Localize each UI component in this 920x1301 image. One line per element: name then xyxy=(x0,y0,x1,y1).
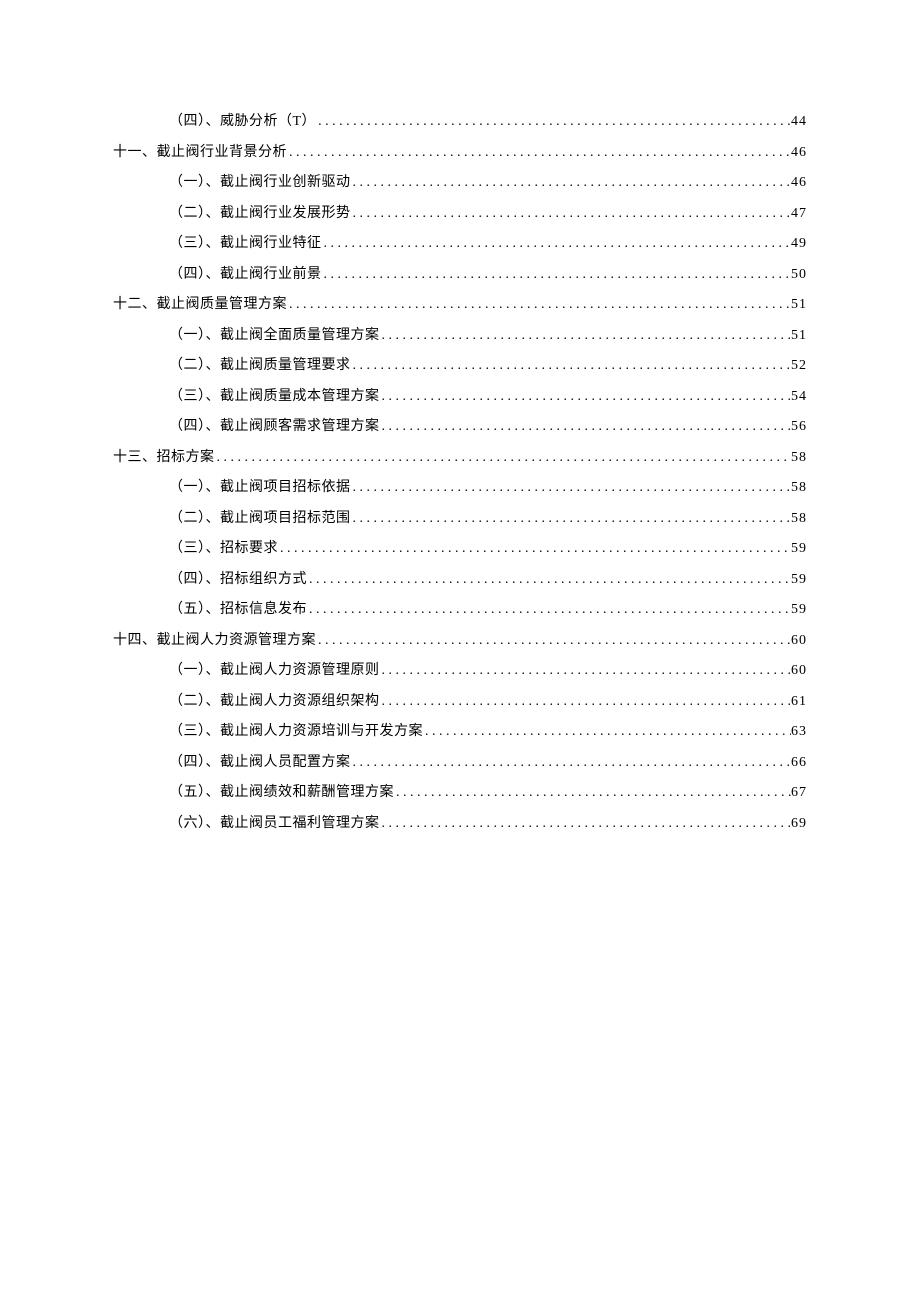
toc-entry-title: （四）、截止阀顾客需求管理方案 xyxy=(169,415,380,435)
toc-entry: （二）、截止阀项目招标范围 58 xyxy=(113,507,807,527)
toc-entry-title: （二）、截止阀行业发展形势 xyxy=(169,202,351,222)
toc-entry: 十三、招标方案 58 xyxy=(113,446,807,466)
toc-leader-dots xyxy=(316,633,791,649)
toc-entry-page: 54 xyxy=(791,389,807,405)
toc-leader-dots xyxy=(380,694,792,710)
toc-leader-dots xyxy=(351,480,792,496)
toc-leader-dots xyxy=(322,236,792,252)
toc-entry-page: 49 xyxy=(791,236,807,252)
toc-entry-title: 十一、截止阀行业背景分析 xyxy=(113,141,287,161)
toc-entry-title: （二）、截止阀项目招标范围 xyxy=(169,507,351,527)
toc-leader-dots xyxy=(423,724,791,740)
toc-leader-dots xyxy=(380,389,792,405)
toc-leader-dots xyxy=(316,114,791,130)
toc-entry: 十四、截止阀人力资源管理方案 60 xyxy=(113,629,807,649)
toc-entry: （二）、截止阀质量管理要求 52 xyxy=(113,354,807,374)
toc-entry-title: 十二、截止阀质量管理方案 xyxy=(113,293,287,313)
toc-entry-page: 58 xyxy=(791,480,807,496)
toc-entry-title: （四）、截止阀行业前景 xyxy=(169,263,322,283)
toc-entry: （三）、截止阀行业特征 49 xyxy=(113,232,807,252)
toc-leader-dots xyxy=(307,572,791,588)
toc-entry-page: 63 xyxy=(791,724,807,740)
toc-entry-title: （五）、截止阀绩效和薪酬管理方案 xyxy=(169,781,394,801)
toc-entry-page: 51 xyxy=(791,297,807,313)
toc-entry-page: 60 xyxy=(791,633,807,649)
toc-entry-page: 44 xyxy=(791,114,807,130)
toc-entry-page: 61 xyxy=(791,694,807,710)
toc-entry-title: 十四、截止阀人力资源管理方案 xyxy=(113,629,316,649)
toc-entry-page: 56 xyxy=(791,419,807,435)
toc-entry: （四）、截止阀人员配置方案 66 xyxy=(113,751,807,771)
toc-leader-dots xyxy=(322,267,792,283)
toc-entry-page: 52 xyxy=(791,358,807,374)
toc-entry-title: （三）、招标要求 xyxy=(169,537,278,557)
toc-entry-title: （四）、威胁分析（T） xyxy=(169,110,316,130)
toc-entry-title: （三）、截止阀人力资源培训与开发方案 xyxy=(169,720,423,740)
toc-entry: （四）、威胁分析（T） 44 xyxy=(113,110,807,130)
toc-leader-dots xyxy=(307,602,791,618)
toc-entry-page: 67 xyxy=(791,785,807,801)
toc-entry-title: （六）、截止阀员工福利管理方案 xyxy=(169,812,380,832)
toc-leader-dots xyxy=(287,145,791,161)
toc-entry-page: 59 xyxy=(791,602,807,618)
toc-entry-title: （二）、截止阀质量管理要求 xyxy=(169,354,351,374)
toc-entry: （五）、截止阀绩效和薪酬管理方案 67 xyxy=(113,781,807,801)
toc-entry-page: 60 xyxy=(791,663,807,679)
toc-entry-page: 47 xyxy=(791,206,807,222)
toc-entry-page: 46 xyxy=(791,175,807,191)
toc-entry: （五）、招标信息发布 59 xyxy=(113,598,807,618)
toc-entry: （三）、截止阀人力资源培训与开发方案 63 xyxy=(113,720,807,740)
toc-entry-title: （三）、截止阀质量成本管理方案 xyxy=(169,385,380,405)
toc-entry-title: （二）、截止阀人力资源组织架构 xyxy=(169,690,380,710)
toc-entry: （四）、招标组织方式 59 xyxy=(113,568,807,588)
toc-entry: （六）、截止阀员工福利管理方案 69 xyxy=(113,812,807,832)
toc-leader-dots xyxy=(380,816,792,832)
toc-entry-page: 46 xyxy=(791,145,807,161)
toc-entry-page: 50 xyxy=(791,267,807,283)
toc-entry: （一）、截止阀全面质量管理方案 51 xyxy=(113,324,807,344)
toc-leader-dots xyxy=(380,328,792,344)
toc-entry-page: 51 xyxy=(791,328,807,344)
toc-entry-title: （五）、招标信息发布 xyxy=(169,598,307,618)
toc-entry: （二）、截止阀行业发展形势 47 xyxy=(113,202,807,222)
toc-entry: （三）、截止阀质量成本管理方案 54 xyxy=(113,385,807,405)
toc-entry-title: （四）、截止阀人员配置方案 xyxy=(169,751,351,771)
toc-entry-title: （一）、截止阀人力资源管理原则 xyxy=(169,659,380,679)
toc-entry-title: （三）、截止阀行业特征 xyxy=(169,232,322,252)
toc-entry: （二）、截止阀人力资源组织架构 61 xyxy=(113,690,807,710)
toc-entry-page: 58 xyxy=(791,450,807,466)
toc-leader-dots xyxy=(351,755,792,771)
toc-entry-title: 十三、招标方案 xyxy=(113,446,215,466)
toc-entry: （三）、招标要求 59 xyxy=(113,537,807,557)
toc-entry: （一）、截止阀行业创新驱动 46 xyxy=(113,171,807,191)
toc-leader-dots xyxy=(215,450,792,466)
toc-entry-title: （一）、截止阀行业创新驱动 xyxy=(169,171,351,191)
toc-entry-title: （四）、招标组织方式 xyxy=(169,568,307,588)
toc-entry: （四）、截止阀行业前景 50 xyxy=(113,263,807,283)
toc-leader-dots xyxy=(351,206,792,222)
toc-leader-dots xyxy=(351,358,792,374)
toc-leader-dots xyxy=(380,419,792,435)
toc-entry: （四）、截止阀顾客需求管理方案 56 xyxy=(113,415,807,435)
toc-entry-page: 59 xyxy=(791,572,807,588)
toc-entry: （一）、截止阀项目招标依据 58 xyxy=(113,476,807,496)
toc-entry-page: 69 xyxy=(791,816,807,832)
toc-entry: 十二、截止阀质量管理方案 51 xyxy=(113,293,807,313)
toc-leader-dots xyxy=(287,297,791,313)
toc-entry-page: 66 xyxy=(791,755,807,771)
toc-leader-dots xyxy=(394,785,791,801)
toc-entry-title: （一）、截止阀项目招标依据 xyxy=(169,476,351,496)
toc-entry: 十一、截止阀行业背景分析 46 xyxy=(113,141,807,161)
toc-entry: （一）、截止阀人力资源管理原则 60 xyxy=(113,659,807,679)
toc-leader-dots xyxy=(351,511,792,527)
toc-entry-page: 59 xyxy=(791,541,807,557)
toc-leader-dots xyxy=(380,663,792,679)
toc-leader-dots xyxy=(278,541,791,557)
table-of-contents: （四）、威胁分析（T）44十一、截止阀行业背景分析46（一）、截止阀行业创新驱动… xyxy=(113,110,807,832)
toc-leader-dots xyxy=(351,175,792,191)
toc-entry-title: （一）、截止阀全面质量管理方案 xyxy=(169,324,380,344)
toc-entry-page: 58 xyxy=(791,511,807,527)
